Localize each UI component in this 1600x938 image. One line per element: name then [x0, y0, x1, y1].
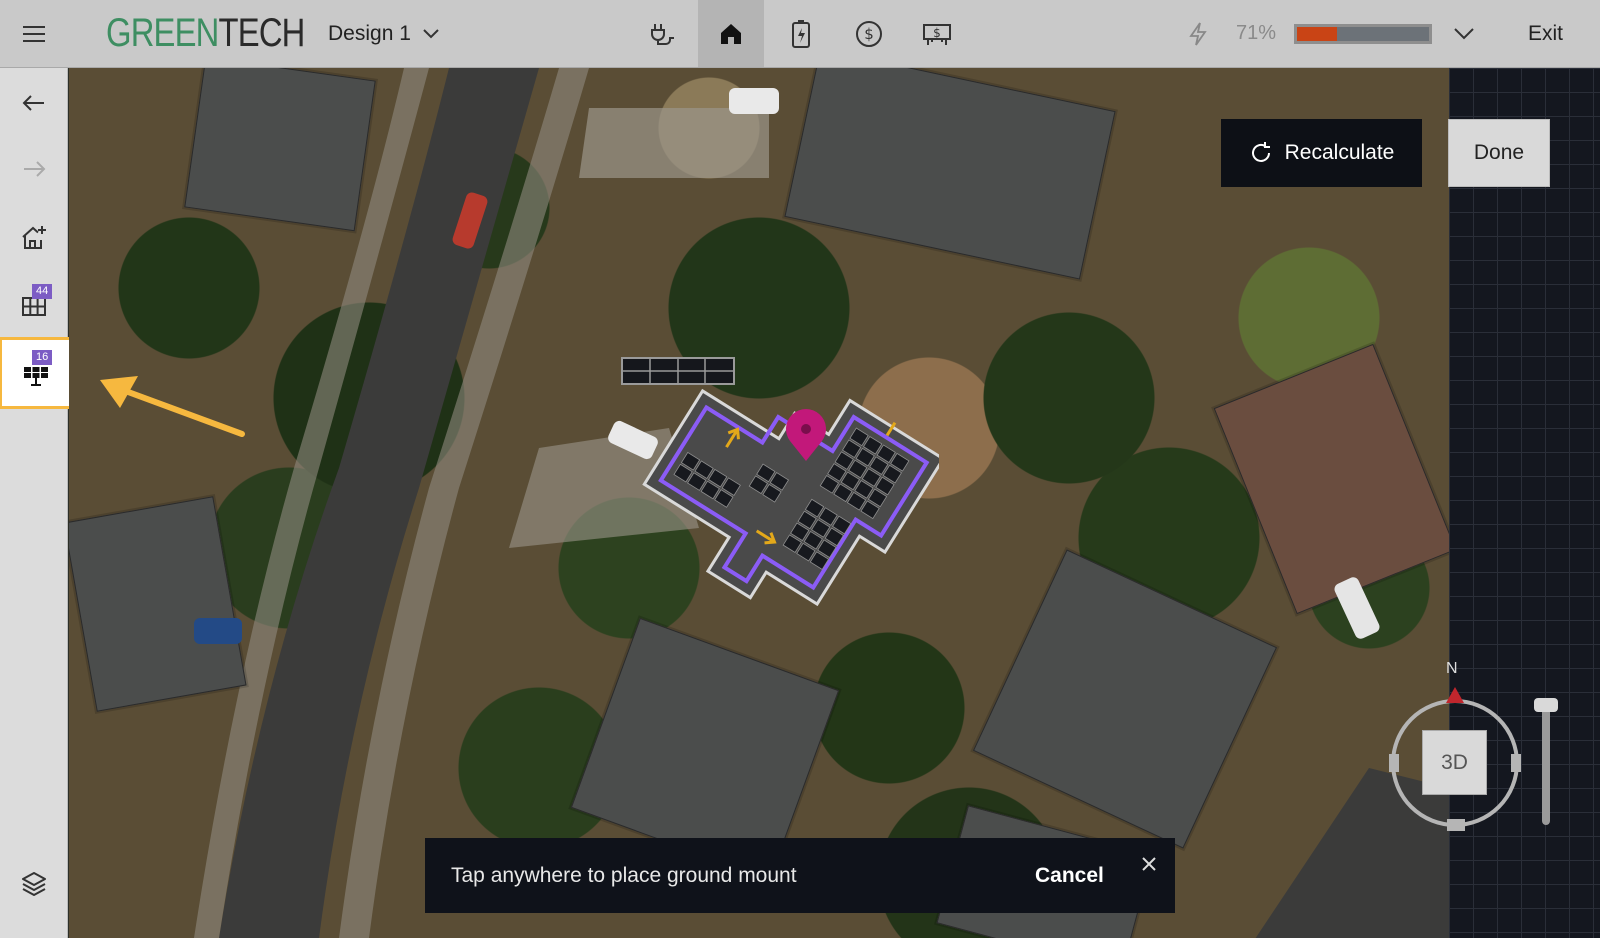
- lightning-bolt-icon: [1189, 21, 1207, 46]
- design-name: Design 1: [328, 21, 411, 45]
- roof-design-overlay[interactable]: [639, 363, 939, 633]
- energy-offset-percent: 71%: [1236, 22, 1277, 44]
- tab-roof[interactable]: [698, 0, 764, 67]
- car: [194, 618, 242, 644]
- logo-tech-text: TECH: [218, 11, 306, 55]
- exit-button[interactable]: Exit: [1528, 0, 1563, 67]
- dollar-circle-icon: $: [856, 20, 882, 47]
- energy-status: [1180, 0, 1216, 67]
- placement-toast: Tap anywhere to place ground mount Cance…: [425, 838, 1175, 913]
- plug-icon: [651, 23, 674, 45]
- tool-sidebar: 44 16: [0, 68, 73, 938]
- recalculate-button[interactable]: Recalculate: [1221, 119, 1422, 187]
- energy-meter-track: [1294, 23, 1432, 44]
- north-label: N: [1446, 660, 1458, 677]
- panel-count-badge: 44: [32, 284, 53, 299]
- energy-offset-meter: [1294, 0, 1432, 67]
- refresh-icon: [1251, 142, 1270, 162]
- add-structure-button[interactable]: [0, 204, 68, 270]
- toast-message: Tap anywhere to place ground mount: [451, 863, 797, 887]
- app-logo: GREEN TECH: [106, 0, 305, 67]
- tutorial-arrow-icon: [100, 376, 245, 437]
- layers-button[interactable]: [0, 850, 68, 916]
- svg-text:$: $: [933, 26, 941, 40]
- svg-text:$: $: [864, 25, 874, 43]
- car: [729, 88, 779, 114]
- energy-meter-fill: [1297, 26, 1337, 41]
- add-home-icon: [22, 226, 46, 249]
- ground-mount-button[interactable]: 16: [0, 337, 73, 409]
- battery-charge-icon: [792, 19, 810, 48]
- menu-button[interactable]: [14, 0, 54, 67]
- zoom-slider-handle[interactable]: [1534, 698, 1558, 712]
- logo-green-text: GREEN: [106, 11, 219, 55]
- redo-arrow-icon: [24, 161, 46, 177]
- house-roof: [184, 68, 376, 232]
- tab-financing[interactable]: $: [904, 0, 970, 67]
- ground-mount-count-badge: 16: [32, 350, 53, 365]
- layers-icon: [22, 872, 46, 896]
- cancel-button[interactable]: Cancel: [1035, 838, 1104, 913]
- satellite-map[interactable]: [69, 68, 1449, 938]
- zoom-slider-track[interactable]: [1542, 700, 1550, 825]
- dollar-bill-icon: $: [923, 23, 951, 45]
- top-bar: GREEN TECH Design 1 $ $ 71% Exit: [0, 0, 1600, 68]
- tab-battery[interactable]: [768, 0, 834, 67]
- home-icon: [721, 23, 741, 44]
- done-button[interactable]: Done: [1448, 119, 1550, 187]
- redo-button[interactable]: [0, 136, 68, 202]
- close-toast-button[interactable]: [1141, 854, 1157, 878]
- undo-arrow-icon: [22, 95, 44, 111]
- undo-button[interactable]: [0, 70, 68, 136]
- close-icon: [1142, 857, 1156, 871]
- recalculate-label: Recalculate: [1284, 141, 1395, 164]
- chevron-down-icon: [1454, 27, 1474, 39]
- location-pin-icon[interactable]: [782, 407, 830, 463]
- hamburger-menu-icon: [23, 25, 45, 42]
- tab-electrical[interactable]: [630, 0, 696, 67]
- chevron-down-icon: [423, 28, 439, 38]
- energy-details-toggle[interactable]: [1444, 0, 1484, 67]
- tab-pricing[interactable]: $: [836, 0, 902, 67]
- panels-button[interactable]: 44: [0, 272, 68, 338]
- toggle-3d-button[interactable]: 3D: [1422, 730, 1487, 795]
- design-selector[interactable]: Design 1: [328, 0, 439, 67]
